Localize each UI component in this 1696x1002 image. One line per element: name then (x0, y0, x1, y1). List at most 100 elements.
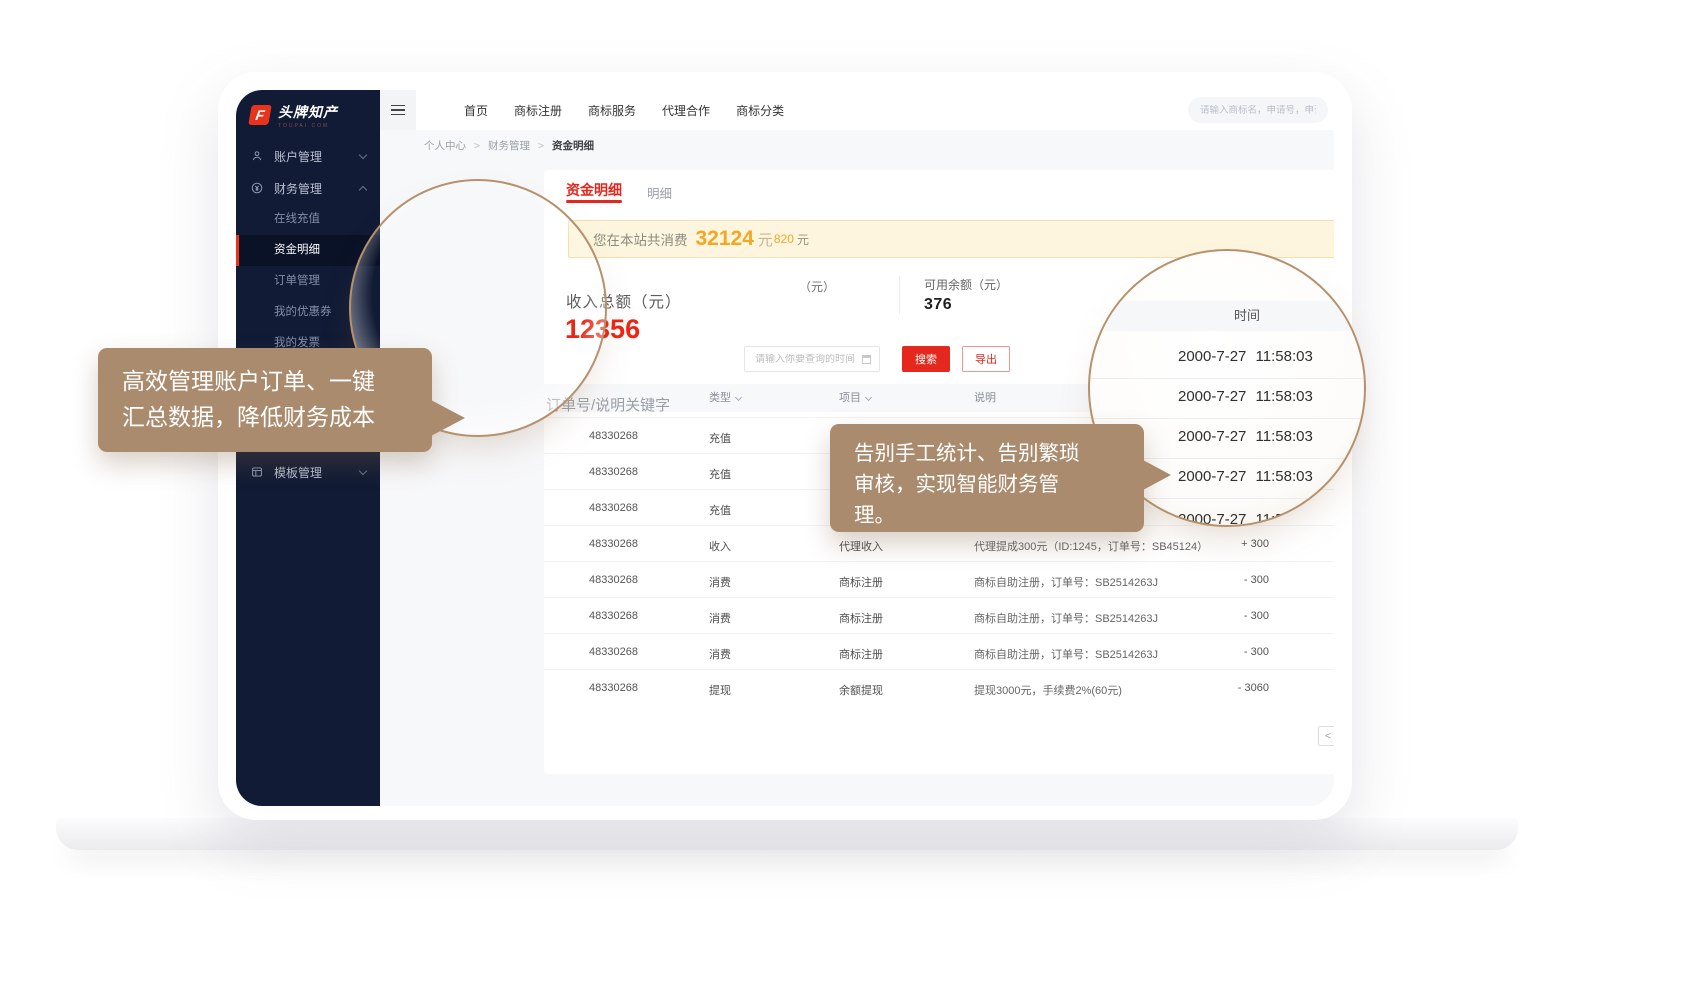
cell-item: 商标注册 (839, 574, 883, 590)
row-divider (1090, 378, 1366, 379)
magnified-time-value: 2000-7-27 11:58:03 (1178, 348, 1313, 368)
column-header-item[interactable]: 项目 (839, 384, 871, 412)
cell-item: 商标注册 (839, 610, 883, 626)
cell-order: 48330268 (589, 466, 638, 478)
magnified-time-header: 时间 (1234, 301, 1260, 331)
balance-label: 可用余额（元） (924, 276, 1008, 293)
nav-item-trademark-service[interactable]: 商标服务 (588, 102, 636, 119)
magnified-time-value: 2000-7-27 11:58:03 (1178, 468, 1313, 488)
template-icon (250, 465, 264, 479)
brand-name: 头牌知产 (278, 102, 338, 122)
cell-order: 48330268 (589, 430, 638, 442)
sidebar-item-funds-detail[interactable]: 资金明细 (236, 235, 380, 266)
laptop-mockup: F 头牌知产 TOUPAI.COM 账户管理 财务管理 在线充值 (0, 0, 1696, 1002)
callout-right-line1: 告别手工统计、告别繁琐 (854, 438, 1144, 469)
income-total-label: 收入总额（元） (566, 290, 682, 312)
cell-type: 充值 (709, 430, 731, 446)
stats-divider (899, 276, 900, 314)
sidebar-item-account[interactable]: 账户管理 (236, 140, 380, 172)
column-header-desc: 说明 (974, 384, 996, 412)
breadcrumb-separator: > (474, 140, 480, 152)
user-icon (250, 149, 264, 163)
cell-type: 消费 (709, 574, 731, 590)
sidebar-item-label: 模板管理 (274, 464, 322, 481)
cell-type: 消费 (709, 610, 731, 626)
brand-logo[interactable]: F 头牌知产 TOUPAI.COM (236, 90, 380, 140)
breadcrumb-separator: > (538, 140, 544, 152)
balance-value: 376 (924, 296, 952, 314)
cell-balance: ¥12231 (1324, 610, 1334, 622)
magnified-time-value: 2000-7-27 11:58:03 (1178, 428, 1313, 448)
cell-item: 代理收入 (839, 538, 883, 554)
breadcrumb-level1[interactable]: 个人中心 (424, 140, 466, 152)
cell-desc: 提现3000元，手续费2%(60元) (974, 682, 1122, 698)
active-tab-indicator (566, 200, 622, 203)
callout-right-line3: 理。 (854, 500, 1144, 531)
table-row[interactable]: 48330268 消费 商标注册 商标自助注册，订单号：SB2514263J -… (544, 597, 1334, 633)
cell-amount: - 3060 (1199, 682, 1269, 694)
table-row[interactable]: 48330268 提现 余额提现 提现3000元，手续费2%(60元) - 30… (544, 669, 1334, 705)
hamburger-menu-button[interactable] (380, 90, 416, 130)
table-row[interactable]: 48330268 消费 商标注册 商标自助注册，订单号：SB2514263J -… (544, 561, 1334, 597)
cell-type: 充值 (709, 466, 731, 482)
breadcrumb-level2[interactable]: 财务管理 (488, 140, 530, 152)
nav-item-trademark-register[interactable]: 商标注册 (514, 102, 562, 119)
nav-item-agency[interactable]: 代理合作 (662, 102, 710, 119)
cell-type: 消费 (709, 646, 731, 662)
callout-right-line2: 审核，实现智能财务管 (854, 469, 1144, 500)
nav-item-trademark-category[interactable]: 商标分类 (736, 102, 784, 119)
cell-order: 48330268 (589, 610, 638, 622)
callout-right: 告别手工统计、告别繁琐 审核，实现智能财务管 理。 (830, 424, 1144, 532)
brand-subtext: TOUPAI.COM (278, 123, 338, 129)
callout-left-line2: 汇总数据，降低财务成本 (122, 399, 432, 435)
sidebar-item-templates[interactable]: 模板管理 (236, 456, 380, 488)
search-button[interactable]: 搜索 (902, 346, 950, 372)
cell-balance: ¥12231 (1324, 538, 1334, 550)
global-search[interactable] (1188, 97, 1328, 123)
sidebar-item-orders[interactable]: 订单管理 (236, 266, 380, 297)
chevron-down-icon (735, 393, 742, 400)
column-header-order-magnified: 订单号/说明关键字 (546, 394, 670, 415)
sidebar-item-coupons[interactable]: 我的优惠券 (236, 297, 380, 328)
time-query-input[interactable] (755, 354, 862, 365)
table-row[interactable]: 48330268 消费 商标注册 商标自助注册，订单号：SB2514263J -… (544, 633, 1334, 669)
cell-amount: - 300 (1199, 610, 1269, 622)
cell-order: 48330268 (589, 538, 638, 550)
finance-icon (250, 181, 264, 195)
callout-left: 高效管理账户订单、一键 汇总数据，降低财务成本 (98, 348, 432, 452)
sidebar-item-finance[interactable]: 财务管理 (236, 172, 380, 204)
top-nav-items: 首页 商标注册 商标服务 代理合作 商标分类 (464, 102, 784, 119)
cell-balance: ¥12231 (1324, 574, 1334, 586)
banner-amount: 820 (774, 232, 794, 246)
calendar-icon[interactable] (862, 355, 871, 364)
time-query-field[interactable] (744, 346, 880, 372)
cell-amount: + 300 (1199, 538, 1269, 550)
export-button[interactable]: 导出 (962, 346, 1010, 372)
global-search-input[interactable] (1200, 105, 1316, 116)
pagination-prev-button[interactable]: < (1318, 726, 1334, 746)
banner-unit: 元 (797, 231, 809, 248)
cell-balance: ¥12231 (1324, 682, 1334, 694)
cell-type: 收入 (709, 538, 731, 554)
cell-order: 48330268 (589, 646, 638, 658)
cell-type: 充值 (709, 502, 731, 518)
magnified-time-header-band: 时间 (1090, 301, 1366, 331)
cell-item: 商标注册 (839, 646, 883, 662)
column-header-type[interactable]: 类型 (709, 384, 741, 412)
cell-desc: 代理提成300元（ID:1245，订单号：SB45124） (974, 538, 1208, 554)
nav-item-home[interactable]: 首页 (464, 102, 488, 119)
cell-type: 提现 (709, 682, 731, 698)
sidebar-item-label: 财务管理 (274, 180, 322, 197)
row-divider (1090, 418, 1366, 419)
sidebar-item-recharge[interactable]: 在线充值 (236, 204, 380, 235)
tab-funds-detail[interactable]: 资金明细 (566, 180, 622, 200)
cell-order: 48330268 (589, 682, 638, 694)
banner-magnified-unit: 元 (758, 229, 773, 250)
magnified-time-value: 2000-7-27 11:58:03 (1178, 388, 1313, 408)
cell-desc: 商标自助注册，订单号：SB2514263J (974, 574, 1158, 590)
sidebar-item-label: 账户管理 (274, 148, 322, 165)
chevron-down-icon (865, 393, 872, 400)
cell-amount: - 300 (1199, 646, 1269, 658)
cell-order: 48330268 (589, 502, 638, 514)
tab-partial-label[interactable]: 明细 (647, 183, 672, 202)
